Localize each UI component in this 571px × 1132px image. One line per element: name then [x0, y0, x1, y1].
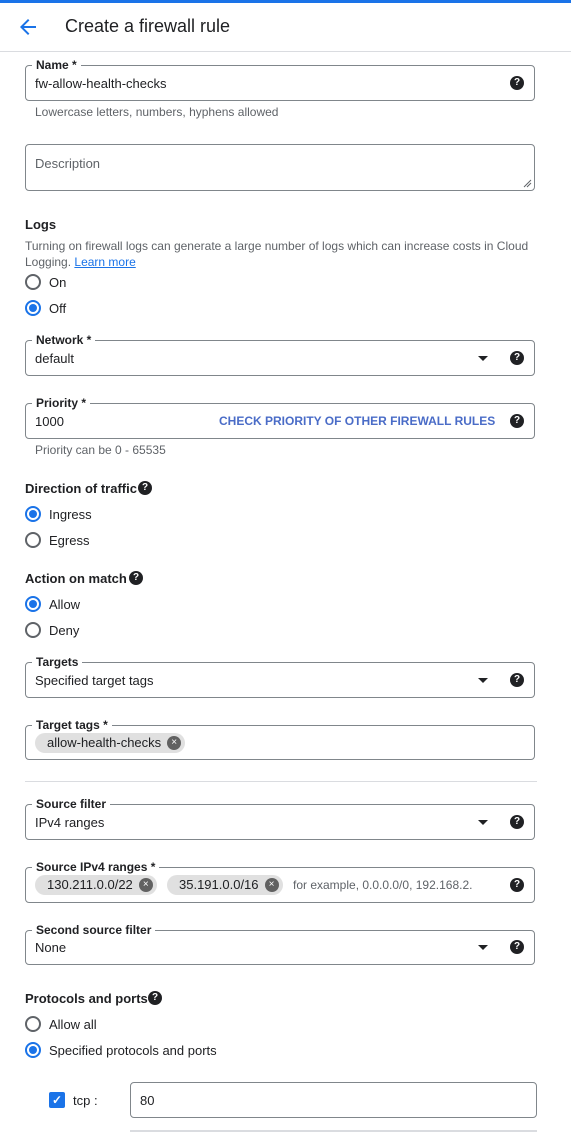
name-value: fw-allow-health-checks [35, 76, 167, 91]
name-hint: Lowercase letters, numbers, hyphens allo… [35, 105, 279, 119]
priority-hint: Priority can be 0 - 65535 [35, 443, 166, 457]
chevron-down-icon[interactable] [478, 820, 488, 825]
divider [25, 781, 537, 782]
page-title: Create a firewall rule [65, 16, 231, 36]
close-icon[interactable]: × [138, 878, 153, 892]
close-icon[interactable]: × [264, 878, 279, 892]
resize-handle-icon[interactable] [523, 179, 532, 188]
second-source-value: None [35, 940, 67, 955]
help-icon[interactable]: ? [510, 414, 524, 428]
description-field[interactable]: Description [25, 144, 535, 191]
help-icon[interactable]: ? [129, 571, 143, 585]
targets-select[interactable]: Targets Specified target tags ? [25, 654, 535, 698]
help-icon[interactable]: ? [148, 991, 162, 1005]
arrow-left-icon[interactable] [16, 15, 40, 39]
range-chip-label: 130.211.0.0/22 [47, 877, 133, 892]
priority-label: Priority * [32, 395, 91, 411]
name-label: Name * [32, 57, 81, 73]
target-tags-label: Target tags * [32, 717, 112, 733]
target-tags-field[interactable]: Target tags * allow-health-checks × [25, 717, 535, 760]
deny-label: Deny [49, 623, 80, 638]
range-chip[interactable]: 35.191.0.0/16 × [167, 875, 283, 895]
check-priority-button[interactable]: CHECK PRIORITY OF OTHER FIREWALL RULES [219, 414, 495, 428]
egress-radio[interactable] [25, 532, 41, 548]
range-chip[interactable]: 130.211.0.0/22 × [35, 875, 157, 895]
range-chip-label: 35.191.0.0/16 [179, 877, 259, 892]
logs-title: Logs [25, 217, 57, 232]
allow-radio[interactable] [25, 596, 41, 612]
logs-off-radio[interactable] [25, 300, 41, 316]
direction-title: Direction of traffic [25, 481, 137, 496]
chevron-down-icon[interactable] [478, 678, 488, 683]
help-icon[interactable]: ? [510, 878, 524, 892]
priority-field[interactable]: Priority * 1000 CHECK PRIORITY OF OTHER … [25, 395, 535, 439]
targets-value: Specified target tags [35, 673, 154, 688]
allow-all-label: Allow all [49, 1017, 97, 1032]
specified-protocols-label: Specified protocols and ports [49, 1043, 217, 1058]
source-filter-value: IPv4 ranges [35, 815, 105, 830]
tcp-label: tcp : [73, 1093, 98, 1108]
help-icon[interactable]: ? [510, 76, 524, 90]
source-ranges-field[interactable]: Source IPv4 ranges * 130.211.0.0/22 × 35… [25, 859, 535, 903]
second-source-select[interactable]: Second source filter None ? [25, 922, 535, 965]
protocols-title: Protocols and ports [25, 991, 148, 1006]
tcp-ports-input[interactable]: 80 [130, 1082, 537, 1118]
allow-all-radio[interactable] [25, 1016, 41, 1032]
help-icon[interactable]: ? [510, 673, 524, 687]
network-select[interactable]: Network * default ? [25, 332, 535, 376]
egress-label: Egress [49, 533, 90, 548]
learn-more-link[interactable]: Learn more [74, 255, 135, 269]
tcp-ports-value: 80 [140, 1093, 155, 1108]
network-label: Network * [32, 332, 96, 348]
logs-off-label: Off [49, 301, 67, 316]
name-field[interactable]: Name * fw-allow-health-checks ? [25, 57, 535, 101]
help-icon[interactable]: ? [510, 940, 524, 954]
priority-value: 1000 [35, 414, 64, 429]
ingress-radio[interactable] [25, 506, 41, 522]
source-filter-select[interactable]: Source filter IPv4 ranges ? [25, 796, 535, 840]
help-icon[interactable]: ? [138, 481, 152, 495]
source-filter-label: Source filter [32, 796, 111, 812]
tag-chip[interactable]: allow-health-checks × [35, 733, 186, 753]
ingress-label: Ingress [49, 507, 92, 522]
help-icon[interactable]: ? [510, 351, 524, 365]
targets-label: Targets [32, 654, 83, 670]
tcp-checkbox[interactable]: ✓ [49, 1092, 65, 1108]
logs-description: Turning on firewall logs can generate a … [25, 238, 537, 270]
chevron-down-icon[interactable] [478, 945, 488, 950]
logs-on-label: On [49, 275, 67, 290]
allow-label: Allow [49, 597, 81, 612]
deny-radio[interactable] [25, 622, 41, 638]
description-placeholder: Description [35, 156, 101, 171]
chevron-down-icon[interactable] [478, 356, 488, 361]
action-title: Action on match [25, 571, 127, 586]
close-icon[interactable]: × [167, 736, 182, 750]
tag-chip-label: allow-health-checks [47, 735, 162, 750]
help-icon[interactable]: ? [510, 815, 524, 829]
second-source-label: Second source filter [32, 922, 156, 938]
network-value: default [35, 351, 75, 366]
logs-on-radio[interactable] [25, 274, 41, 290]
page-header: Create a firewall rule [0, 3, 571, 52]
source-ranges-label: Source IPv4 ranges * [32, 859, 160, 875]
specified-protocols-radio[interactable] [25, 1042, 41, 1058]
source-ranges-placeholder: for example, 0.0.0.0/0, 192.168.2. [293, 878, 473, 892]
